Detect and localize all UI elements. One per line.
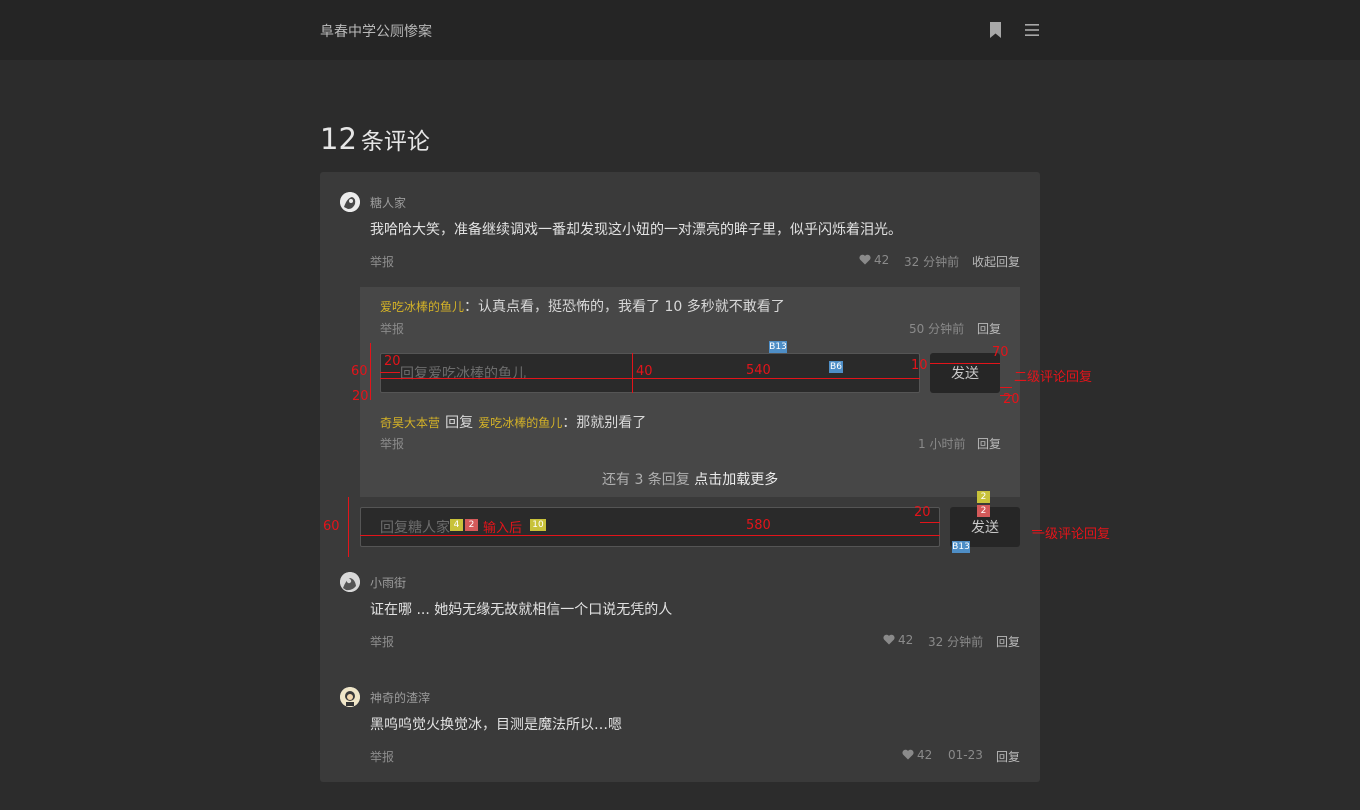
reply-username[interactable]: 爱吃冰棒的鱼儿: [380, 300, 464, 314]
like-count: 42: [898, 633, 914, 647]
style-tag: 2: [465, 519, 478, 531]
reply-item: 奇昊大本营 回复 爱吃冰棒的鱼儿：那就别看了: [380, 412, 646, 432]
reply-button[interactable]: 回复: [996, 748, 1020, 765]
avatar[interactable]: [340, 687, 360, 707]
reply-text: 那就别看了: [576, 415, 647, 431]
report-link[interactable]: 举报: [370, 633, 394, 650]
dimension-label: 20: [384, 354, 401, 369]
dimension-label: 70: [992, 345, 1009, 360]
reply-separator: ：: [562, 415, 577, 431]
reply-target-username[interactable]: 爱吃冰棒的鱼儿: [478, 416, 562, 430]
dimension-line: [930, 363, 1000, 364]
annotation-title: 一级评论回复: [1032, 527, 1111, 542]
input-placeholder: 回复爱吃冰棒的鱼儿: [400, 366, 526, 382]
dimension-line: [632, 353, 633, 393]
comment-text: 证在哪 ... 她妈无缘无故就相信一个口说无凭的人: [370, 602, 673, 618]
dimension-label: 20: [352, 389, 369, 404]
load-more-replies[interactable]: 还有 3 条回复 点击加载更多: [602, 469, 778, 489]
dimension-line: [380, 372, 400, 373]
annotation-title: 二级评论回复: [1014, 370, 1093, 385]
like-count: 42: [917, 748, 933, 762]
annotation-note: 输入后: [483, 521, 523, 536]
reply-time: 50 分钟前: [909, 322, 965, 336]
dimension-label: 20: [914, 505, 931, 520]
reply-separator: ：: [464, 299, 479, 315]
like-button[interactable]: 42: [883, 633, 913, 647]
load-more-prefix: 还有 3 条回复: [602, 472, 690, 488]
reply-word: 回复: [445, 415, 474, 431]
like-count: 42: [874, 253, 890, 267]
comment-username[interactable]: 糖人家: [370, 194, 406, 211]
dimension-line: [920, 522, 940, 523]
bookmark-icon[interactable]: [989, 22, 1002, 38]
avatar[interactable]: [340, 572, 360, 592]
reply-button[interactable]: 回复: [977, 320, 1001, 337]
reply-time: 1 小时前: [918, 437, 966, 451]
dimension-label: 580: [746, 518, 771, 533]
comment-text: 我哈哈大笑，准备继续调戏一番却发现这小妞的一对漂亮的眸子里，似乎闪烁着泪光。: [370, 222, 902, 238]
dimension-label: 10: [911, 358, 928, 373]
report-link[interactable]: 举报: [370, 748, 394, 765]
menu-icon[interactable]: [1024, 22, 1040, 38]
like-button[interactable]: 42: [859, 253, 889, 267]
load-more-link[interactable]: 点击加载更多: [694, 472, 778, 488]
like-button[interactable]: 42: [902, 748, 932, 762]
style-tag: B13: [952, 541, 970, 553]
reply-item: 爱吃冰棒的鱼儿：认真点看，挺恐怖的，我看了 10 多秒就不敢看了: [380, 296, 785, 316]
comment-text: 黑呜呜觉火换觉冰，目测是魔法所以…嗯: [370, 717, 622, 733]
comment-username[interactable]: 小雨街: [370, 574, 406, 591]
first-level-reply-input[interactable]: 回复糖人家: [360, 507, 940, 547]
dimension-line: [370, 343, 371, 400]
comment-count-label: 条评论: [360, 129, 430, 155]
style-tag: 2: [977, 505, 990, 517]
dimension-label: 60: [323, 519, 340, 534]
collapse-replies-button[interactable]: 收起回复: [972, 253, 1020, 270]
top-bar: 阜春中学公厕惨案: [0, 0, 1360, 60]
dimension-label: 540: [746, 363, 771, 378]
site-title[interactable]: 阜春中学公厕惨案: [320, 21, 432, 41]
avatar[interactable]: [340, 192, 360, 212]
dimension-label: 20: [1003, 392, 1020, 407]
heart-icon: [902, 749, 914, 760]
report-link[interactable]: 举报: [370, 253, 394, 270]
comment-username[interactable]: 神奇的渣滓: [370, 689, 430, 706]
reply-username[interactable]: 奇昊大本营: [380, 416, 440, 430]
style-tag: 10: [530, 519, 546, 531]
comment-time: 32 分钟前: [904, 255, 960, 269]
style-tag: B6: [829, 361, 843, 373]
style-tag: 2: [977, 491, 990, 503]
input-placeholder: 回复糖人家: [380, 520, 450, 536]
dimension-line: [348, 497, 349, 557]
comments-heading: 12 条评论: [320, 122, 430, 156]
dimension-line: [360, 535, 940, 536]
comment-time: 32 分钟前: [928, 635, 984, 649]
reply-button[interactable]: 回复: [977, 435, 1001, 452]
dimension-line: [1000, 387, 1012, 388]
style-tag: B13: [769, 341, 787, 353]
dimension-label: 40: [636, 364, 653, 379]
reply-text: 认真点看，挺恐怖的，我看了 10 多秒就不敢看了: [478, 299, 785, 315]
report-link[interactable]: 举报: [380, 320, 404, 337]
heart-icon: [883, 634, 895, 645]
reply-button[interactable]: 回复: [996, 633, 1020, 650]
send-button[interactable]: 发送: [930, 353, 1000, 393]
report-link[interactable]: 举报: [380, 435, 404, 452]
style-tag: 4: [450, 519, 463, 531]
comment-time: 01-23: [948, 748, 983, 762]
dimension-label: 60: [351, 364, 368, 379]
comment-count: 12: [320, 122, 357, 156]
heart-icon: [859, 254, 871, 265]
